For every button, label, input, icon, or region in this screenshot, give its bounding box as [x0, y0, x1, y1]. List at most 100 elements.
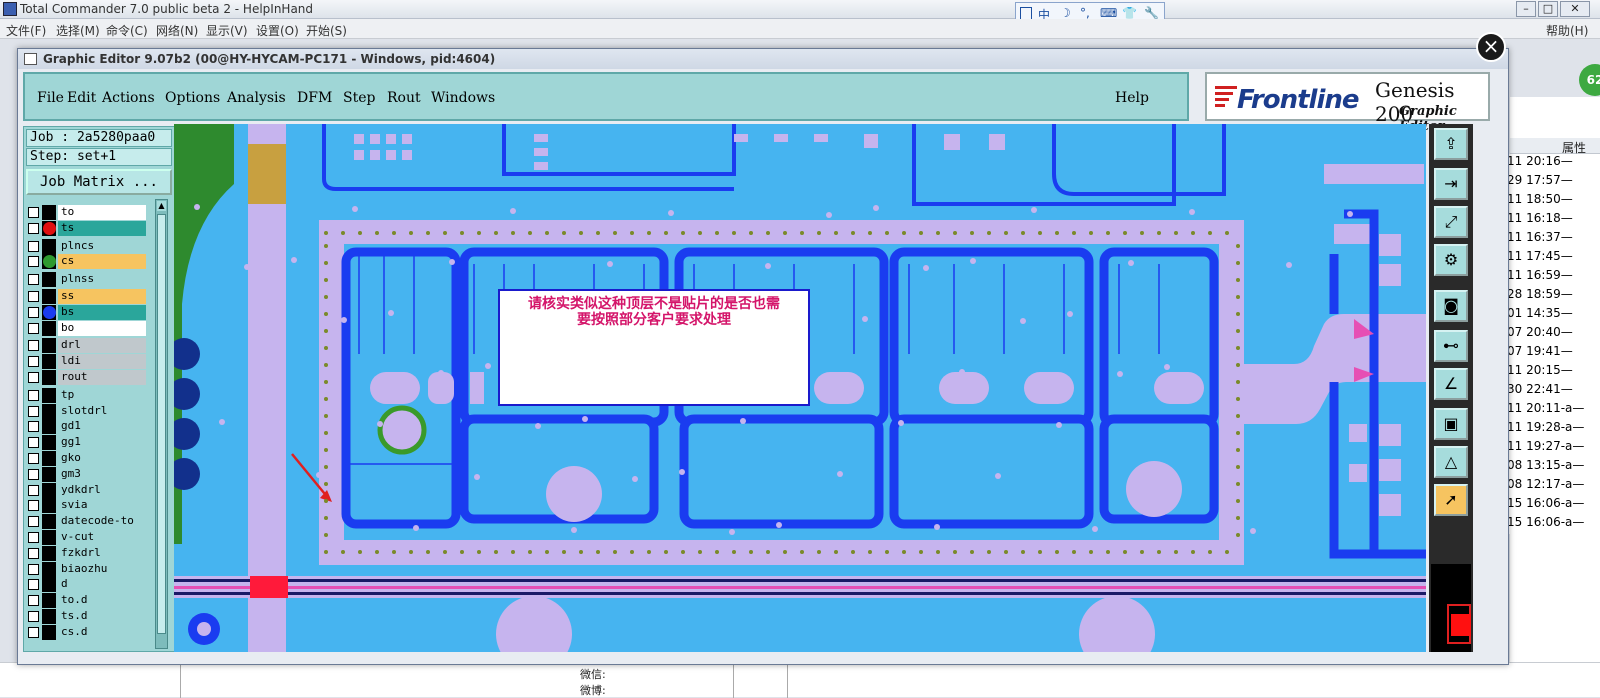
layer-checkbox[interactable]	[28, 500, 39, 512]
layer-row[interactable]: svia	[26, 498, 146, 514]
tc-column-header[interactable]: 属性	[1510, 138, 1600, 155]
export-tool-icon[interactable]: ⇪	[1434, 128, 1468, 160]
menu-actions[interactable]: Actions	[102, 90, 155, 106]
menu-file[interactable]: File	[37, 90, 64, 106]
layer-row[interactable]: ss	[26, 289, 146, 304]
maximize-icon[interactable]: □	[1538, 1, 1558, 17]
layer-checkbox[interactable]	[28, 306, 39, 318]
layer-checkbox[interactable]	[28, 626, 39, 638]
layer-row[interactable]: datecode-to	[26, 514, 146, 530]
layer-checkbox[interactable]	[28, 291, 39, 302]
net-tool-icon[interactable]: ⊷	[1434, 330, 1468, 362]
file-time[interactable]: /11 16:59—	[1503, 268, 1598, 287]
file-time[interactable]: /15 16:06-a—	[1503, 496, 1598, 515]
ge-close-icon[interactable]: ×	[1476, 32, 1506, 62]
layer-row[interactable]: ts	[26, 220, 146, 236]
layer-row[interactable]: to.d	[26, 593, 146, 609]
layer-row[interactable]: drl	[26, 338, 146, 354]
layer-row[interactable]: slotdrl	[26, 403, 146, 419]
layer-checkbox[interactable]	[28, 579, 39, 591]
tc-menu-select[interactable]: 选择(M)	[56, 22, 100, 39]
file-time[interactable]: /15 16:06-a—	[1503, 515, 1598, 534]
tc-menu-commands[interactable]: 命令(C)	[106, 22, 148, 39]
minimize-icon[interactable]: –	[1516, 1, 1536, 17]
file-time[interactable]: /08 12:17-a—	[1503, 477, 1598, 496]
file-time[interactable]: /11 18:50—	[1503, 192, 1598, 211]
layer-checkbox[interactable]	[28, 340, 39, 352]
layer-row[interactable]: v-cut	[26, 530, 146, 545]
layer-checkbox[interactable]	[28, 611, 39, 622]
tc-menu-help[interactable]: 帮助(H)	[1546, 22, 1588, 39]
layer-checkbox[interactable]	[28, 207, 39, 218]
layer-checkbox[interactable]	[28, 240, 39, 252]
menu-step[interactable]: Step	[343, 90, 375, 106]
layer-checkbox[interactable]	[28, 274, 39, 286]
tc-menu-file[interactable]: 文件(F)	[6, 22, 46, 39]
layer-row[interactable]: rout	[26, 370, 146, 385]
layer-checkbox[interactable]	[28, 547, 39, 559]
layer-checkbox[interactable]	[28, 516, 39, 528]
menu-edit[interactable]: Edit	[67, 90, 96, 106]
menu-options[interactable]: Options	[165, 90, 220, 106]
file-time[interactable]: /11 19:28-a—	[1503, 420, 1598, 439]
snapshot-icon[interactable]: ◙	[1434, 290, 1468, 322]
layer-row[interactable]: d	[26, 577, 146, 593]
ime-moon-icon[interactable]: ☽	[1060, 6, 1071, 20]
close-icon[interactable]: ✕	[1560, 1, 1590, 17]
layer-row[interactable]: gg1	[26, 435, 146, 451]
file-time[interactable]: /01 14:35—	[1503, 306, 1598, 325]
file-time[interactable]: /11 19:27-a—	[1503, 439, 1598, 458]
import-tool-icon[interactable]: ⇥	[1434, 168, 1468, 200]
measure-tool-icon[interactable]: ⚙	[1434, 244, 1468, 276]
layer-checkbox[interactable]	[28, 532, 39, 543]
file-time[interactable]: /08 13:15-a—	[1503, 458, 1598, 477]
file-time[interactable]: /07 20:40—	[1503, 325, 1598, 344]
layer-checkbox[interactable]	[28, 468, 39, 480]
file-time[interactable]: /11 20:15—	[1503, 363, 1598, 382]
job-matrix-button[interactable]: Job Matrix ...	[26, 169, 172, 195]
layer-row[interactable]: plncs	[26, 238, 146, 254]
layer-checkbox[interactable]	[28, 389, 39, 401]
layer-row[interactable]: biaozhu	[26, 561, 146, 577]
menu-help[interactable]: Help	[1115, 90, 1149, 106]
scroll-up-icon[interactable]: ▲	[157, 201, 166, 211]
layer-checkbox[interactable]	[28, 453, 39, 464]
layer-row[interactable]: gko	[26, 451, 146, 466]
scroll-thumb[interactable]	[157, 214, 166, 634]
select-box-icon[interactable]: ▣	[1434, 408, 1468, 440]
tc-menu-start[interactable]: 开始(S)	[306, 22, 347, 39]
layer-checkbox[interactable]	[28, 563, 39, 575]
layer-row[interactable]: bs	[26, 304, 146, 320]
layer-row[interactable]: ts.d	[26, 609, 146, 624]
layer-row[interactable]: cs	[26, 254, 146, 270]
layer-row[interactable]: fzkdrl	[26, 545, 146, 561]
pointer-tool-icon[interactable]: ➚	[1434, 484, 1468, 516]
file-time[interactable]: /11 17:45—	[1503, 249, 1598, 268]
layer-checkbox[interactable]	[28, 437, 39, 449]
layer-row[interactable]: ydkdrl	[26, 482, 146, 498]
menu-analysis[interactable]: Analysis	[227, 90, 286, 106]
layer-row[interactable]: plnss	[26, 272, 146, 288]
menu-rout[interactable]: Rout	[387, 90, 421, 106]
ime-skin-icon[interactable]: 👕	[1122, 6, 1137, 20]
layer-scrollbar[interactable]: ▲	[155, 199, 168, 649]
notification-badge[interactable]: 62	[1579, 64, 1600, 96]
layer-checkbox[interactable]	[28, 256, 39, 268]
file-time[interactable]: /11 20:16—	[1503, 154, 1598, 173]
layer-row[interactable]: cs.d	[26, 624, 146, 640]
layer-row[interactable]: ldi	[26, 354, 146, 370]
draw-line-icon[interactable]: ∠	[1434, 368, 1468, 400]
file-time[interactable]: /11 20:11-a—	[1503, 401, 1598, 420]
layer-checkbox[interactable]	[28, 421, 39, 433]
ge-title-bar[interactable]: Graphic Editor 9.07b2 (00@HY-HYCAM-PC171…	[18, 49, 1508, 69]
file-time[interactable]: /11 16:37—	[1503, 230, 1598, 249]
layer-checkbox[interactable]	[28, 356, 39, 368]
menu-windows[interactable]: Windows	[431, 90, 495, 106]
menu-dfm[interactable]: DFM	[297, 90, 332, 106]
layer-checkbox[interactable]	[28, 484, 39, 496]
file-time[interactable]: /30 22:41—	[1503, 382, 1598, 401]
layer-row[interactable]: bo	[26, 320, 146, 336]
file-time[interactable]: /07 19:41—	[1503, 344, 1598, 363]
layer-checkbox[interactable]	[28, 322, 39, 334]
layer-row[interactable]: tp	[26, 387, 146, 403]
